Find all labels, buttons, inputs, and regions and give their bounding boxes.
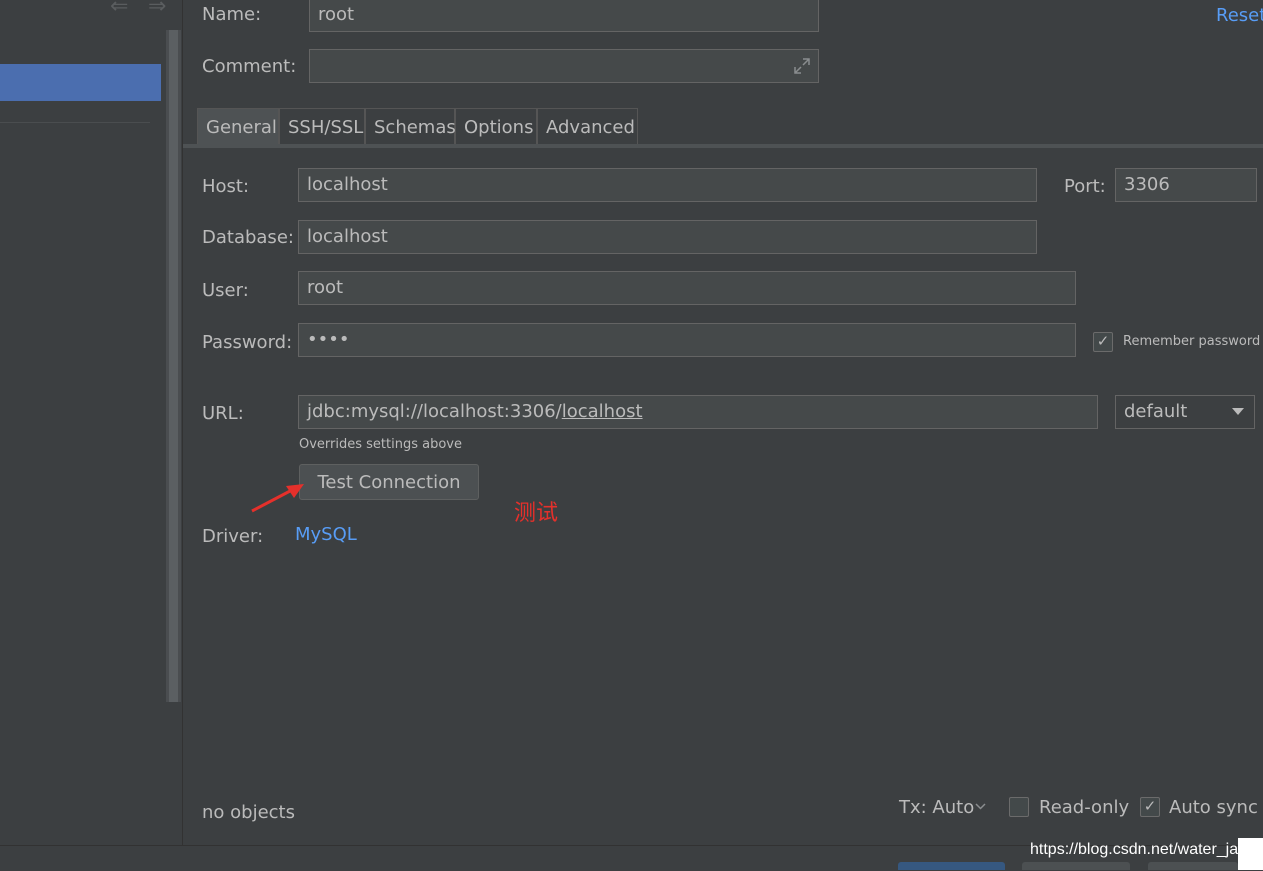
tab-strip-underline <box>183 144 1263 148</box>
chevron-down-icon[interactable] <box>1232 408 1244 416</box>
left-panel-divider <box>0 122 150 123</box>
remember-password-label: Remember password <box>1123 334 1261 349</box>
expand-icon[interactable] <box>793 57 811 75</box>
objects-status: no objects <box>202 802 295 823</box>
driver-link[interactable]: MySQL <box>295 524 357 545</box>
tab-ssh-ssl[interactable]: SSH/SSL <box>279 108 365 145</box>
reset-link[interactable]: Reset <box>1216 5 1263 26</box>
read-only-label: Read-only <box>1039 797 1130 818</box>
user-label: User: <box>202 280 249 301</box>
comment-input[interactable] <box>309 49 819 83</box>
tx-mode-select[interactable]: Tx: Auto <box>899 797 974 818</box>
red-arrow-icon <box>251 484 304 513</box>
remember-password-checkbox[interactable]: ✓ <box>1093 332 1113 352</box>
read-only-checkbox[interactable] <box>1009 797 1029 817</box>
port-label: Port: <box>1064 176 1106 197</box>
url-prefix: jdbc:mysql://localhost:3306/ <box>307 401 562 422</box>
database-input[interactable]: localhost <box>298 220 1037 254</box>
back-arrow-icon[interactable]: ⇐ <box>110 0 128 19</box>
tab-options[interactable]: Options <box>455 108 537 145</box>
data-sources-panel <box>0 0 183 845</box>
cancel-button[interactable] <box>1022 862 1130 870</box>
selected-data-source-item[interactable] <box>0 64 161 101</box>
host-input[interactable]: localhost <box>298 168 1037 202</box>
ime-indicator <box>1238 838 1263 870</box>
database-label: Database: <box>202 227 294 248</box>
port-input[interactable]: 3306 <box>1115 168 1257 202</box>
tab-advanced[interactable]: Advanced <box>537 108 638 145</box>
user-input[interactable]: root <box>298 271 1076 305</box>
annotation-text: 测试 <box>514 501 559 526</box>
host-label: Host: <box>202 176 250 197</box>
url-hint: Overrides settings above <box>299 437 462 452</box>
tx-chevron-down-icon[interactable] <box>975 803 986 810</box>
comment-label: Comment: <box>202 56 297 77</box>
name-input[interactable]: root <box>309 0 819 32</box>
ok-button[interactable] <box>898 862 1005 870</box>
driver-label: Driver: <box>202 526 264 547</box>
watermark-text: https://blog.csdn.net/water_ja <box>1030 841 1239 858</box>
tab-schemas[interactable]: Schemas <box>365 108 456 145</box>
url-mode-value: default <box>1124 401 1188 422</box>
url-label: URL: <box>202 403 244 424</box>
tab-general[interactable]: General <box>197 108 279 145</box>
forward-arrow-icon[interactable]: ⇒ <box>148 0 166 19</box>
left-panel-scrollbar-thumb[interactable] <box>169 30 178 702</box>
name-label: Name: <box>202 4 262 25</box>
auto-sync-label: Auto sync <box>1169 797 1258 818</box>
url-input[interactable]: jdbc:mysql://localhost:3306/localhost <box>298 395 1098 429</box>
password-input[interactable]: •••• <box>298 323 1076 357</box>
apply-button[interactable] <box>1148 862 1238 870</box>
auto-sync-checkbox[interactable]: ✓ <box>1140 797 1160 817</box>
test-connection-button[interactable]: Test Connection <box>299 464 479 500</box>
password-label: Password: <box>202 332 293 353</box>
url-database-part: localhost <box>561 401 643 422</box>
